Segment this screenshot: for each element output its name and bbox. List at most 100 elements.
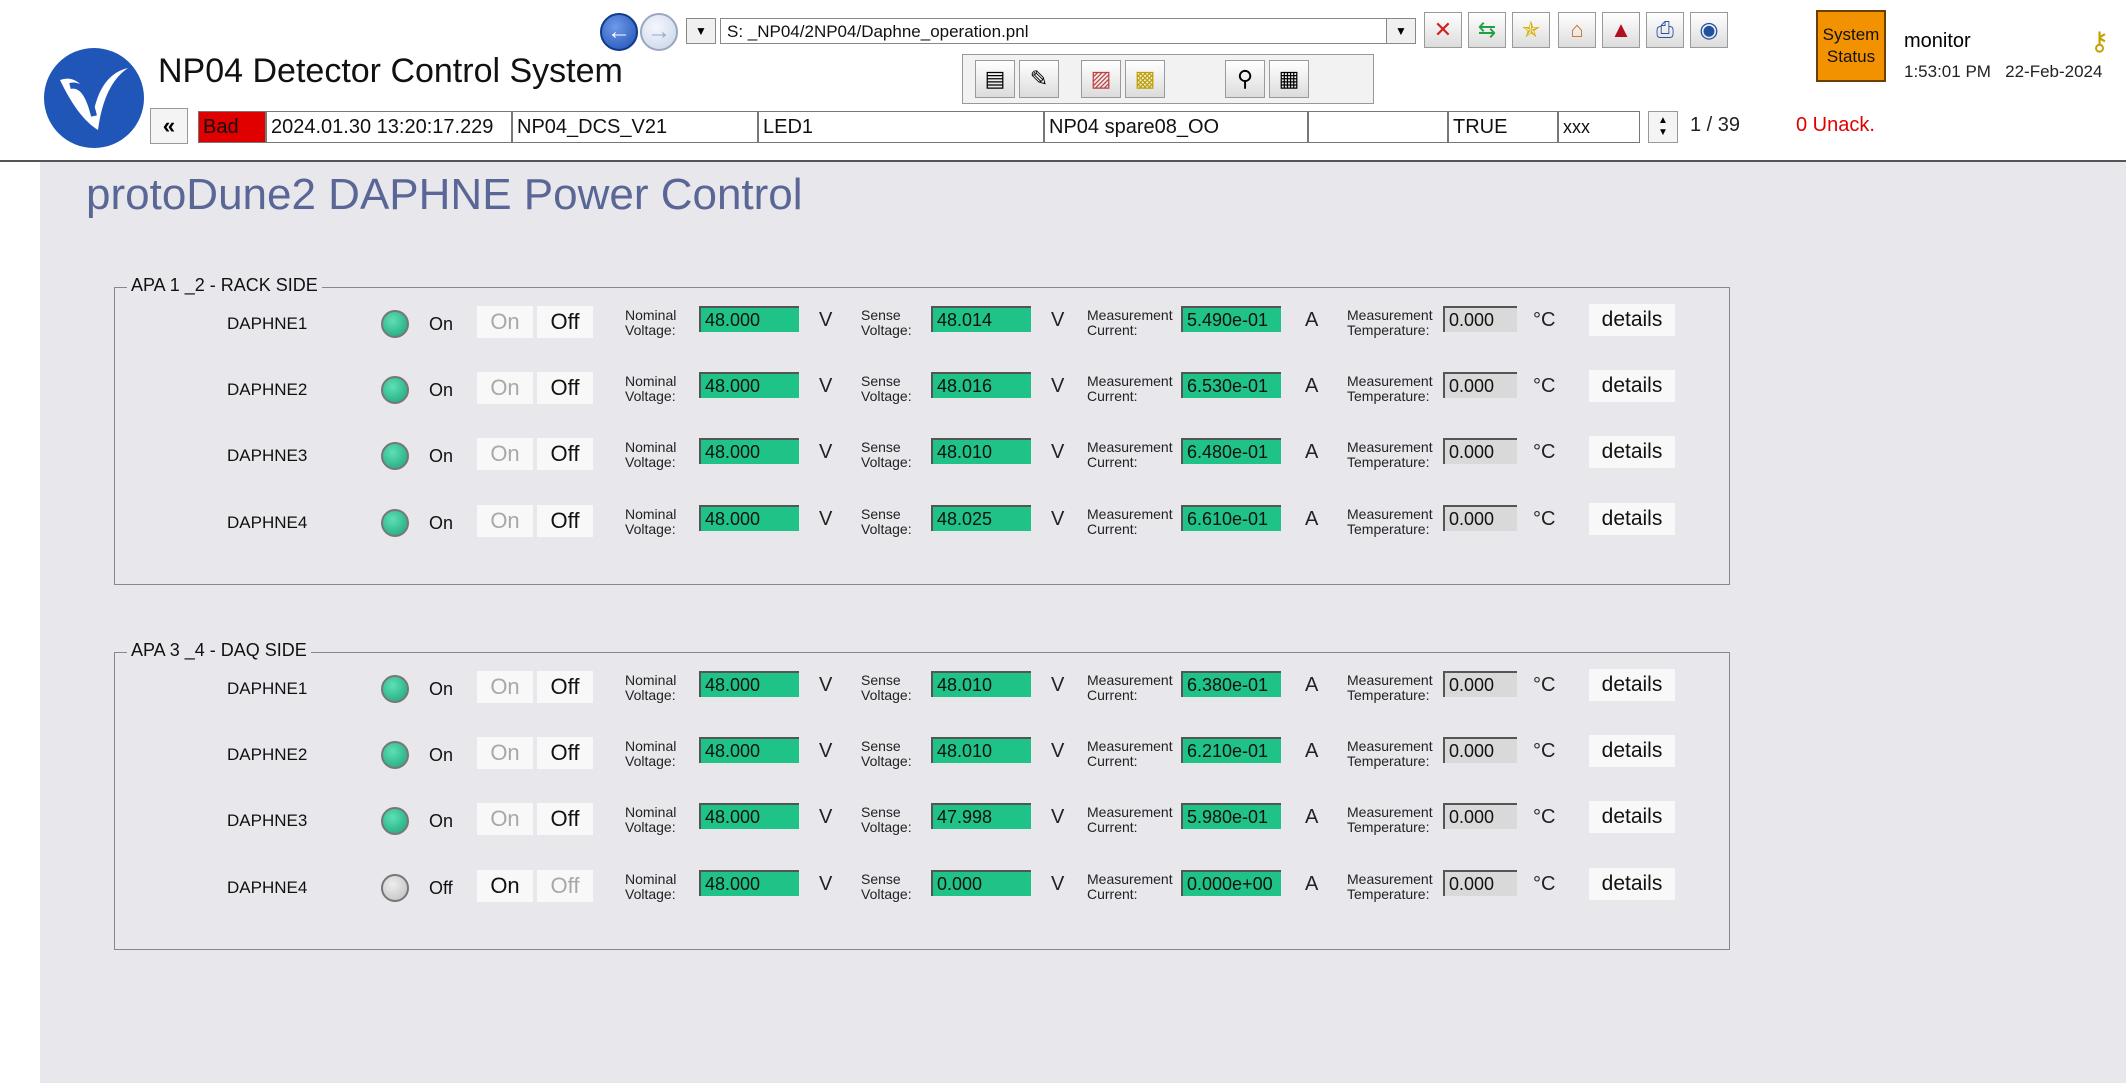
details-button[interactable]: details <box>1589 370 1675 402</box>
close-button[interactable]: ✕ <box>1424 12 1462 48</box>
channel-name: DAPHNE2 <box>227 745 308 764</box>
nominal-voltage-label: Nominal Voltage: <box>625 307 677 338</box>
settings-button[interactable]: ▩ <box>1125 60 1165 98</box>
history-dropdown-button[interactable]: ▼ <box>686 18 716 44</box>
measurement-temperature-label: Measurement Temperature: <box>1347 804 1433 835</box>
inspect-button[interactable]: ⚲ <box>1225 60 1265 98</box>
unit-a: A <box>1305 873 1319 895</box>
on-button[interactable]: On <box>477 438 533 470</box>
details-button[interactable]: details <box>1589 735 1675 767</box>
unit-v: V <box>819 674 833 696</box>
refresh-button[interactable]: ⇆ <box>1468 12 1506 48</box>
alert-code: xxx <box>1558 111 1640 143</box>
alert-extra <box>1308 111 1448 143</box>
channel-row: DAPHNE3 On On Off Nominal Voltage: 48.000 V Sens… <box>115 434 1731 480</box>
device-button[interactable]: ▦ <box>1269 60 1309 98</box>
user-field[interactable]: monitor <box>1896 24 2118 58</box>
on-button[interactable]: On <box>477 306 533 338</box>
app-title: NP04 Detector Control System <box>158 52 623 90</box>
on-button[interactable]: On <box>477 803 533 835</box>
back-button[interactable]: ← <box>600 13 638 51</box>
details-button[interactable]: details <box>1589 436 1675 468</box>
status-led-icon <box>381 807 409 835</box>
measurement-current-field: 6.610e-01 <box>1181 505 1281 531</box>
device-icon: ▦ <box>1278 66 1300 91</box>
status-led-icon <box>381 741 409 769</box>
off-button[interactable]: Off <box>537 803 593 835</box>
forward-button[interactable]: → <box>640 13 678 51</box>
measurement-current-field: 5.980e-01 <box>1181 803 1281 829</box>
nominal-voltage-label: Nominal Voltage: <box>625 738 677 769</box>
on-button[interactable]: On <box>477 372 533 404</box>
details-button[interactable]: details <box>1589 868 1675 900</box>
chevron-down-icon: ▼ <box>1395 24 1407 38</box>
arrow-left-icon: ← <box>607 18 631 45</box>
on-button[interactable]: On <box>477 505 533 537</box>
status-led-icon <box>381 442 409 470</box>
off-button[interactable]: Off <box>537 438 593 470</box>
nominal-voltage-field: 48.000 <box>699 372 799 398</box>
measurement-current-field: 0.000e+00 <box>1181 870 1281 896</box>
channel-name: DAPHNE1 <box>227 679 308 698</box>
on-button[interactable]: On <box>477 870 533 902</box>
off-button[interactable]: Off <box>537 505 593 537</box>
alert-status: Bad <box>198 111 266 143</box>
status-led-icon <box>381 675 409 703</box>
inspect-icon: ⚲ <box>1236 66 1254 91</box>
nominal-voltage-field: 48.000 <box>699 737 799 763</box>
off-button[interactable]: Off <box>537 372 593 404</box>
nominal-voltage-label: Nominal Voltage: <box>625 804 677 835</box>
trend-button[interactable]: ▲ <box>1602 12 1640 48</box>
details-button[interactable]: details <box>1589 304 1675 336</box>
channel-row: DAPHNE4 On On Off Nominal Voltage: 48.000 V Sens… <box>115 501 1731 547</box>
off-button[interactable]: Off <box>537 671 593 703</box>
measurement-temperature-field: 0.000 <box>1443 372 1517 398</box>
sense-voltage-label: Sense Voltage: <box>861 373 912 404</box>
system-status-button[interactable]: System Status <box>1816 10 1886 82</box>
panel-tree-button[interactable]: ▤ <box>975 60 1015 98</box>
refresh-icon: ⇆ <box>1477 17 1497 42</box>
off-button[interactable]: Off <box>537 306 593 338</box>
panel-path-dropdown-button[interactable]: ▼ <box>1386 18 1416 44</box>
print-icon: ⎙ <box>1656 17 1674 42</box>
nominal-voltage-field: 48.000 <box>699 671 799 697</box>
home-button[interactable]: ⌂ <box>1558 12 1596 48</box>
key-icon[interactable]: ⚷ <box>2090 26 2109 57</box>
channel-state: Off <box>429 878 453 898</box>
screenshot-button[interactable]: ◉ <box>1690 12 1728 48</box>
channel-row: DAPHNE3 On On Off Nominal Voltage: 48.000 V Sens… <box>115 799 1731 845</box>
unit-v: V <box>819 441 833 463</box>
measurement-temperature-label: Measurement Temperature: <box>1347 672 1433 703</box>
panel-path-field[interactable]: S: _NP04/2NP04/Daphne_operation.pnl <box>720 18 1402 44</box>
unit-v: V <box>819 873 833 895</box>
unit-v: V <box>1051 674 1065 696</box>
off-button[interactable]: Off <box>537 737 593 769</box>
unit-v: V <box>1051 375 1065 397</box>
editor-button[interactable]: ✎ <box>1019 60 1059 98</box>
group-1: APA 1 _2 - RACK SIDE DAPHNE1 On On Off Nomina… <box>114 275 1731 585</box>
on-button[interactable]: On <box>477 671 533 703</box>
alert-spinner[interactable]: ▲ ▼ <box>1648 111 1678 143</box>
status-led-icon <box>381 874 409 902</box>
favorites-button[interactable]: ✯ <box>1512 12 1550 48</box>
measurement-current-field: 6.530e-01 <box>1181 372 1281 398</box>
log-button[interactable]: ▨ <box>1081 60 1121 98</box>
details-button[interactable]: details <box>1589 503 1675 535</box>
group-2: APA 3 _4 - DAQ SIDE DAPHNE1 On On Off Nominal… <box>114 640 1731 950</box>
unit-a: A <box>1305 740 1319 762</box>
collapse-button[interactable]: « <box>150 108 188 144</box>
print-button[interactable]: ⎙ <box>1646 12 1684 48</box>
unack-count[interactable]: 0 Unack. <box>1796 114 1875 137</box>
clock-date: 22-Feb-2024 <box>2005 62 2103 81</box>
unit-a: A <box>1305 674 1319 696</box>
star-icon: ✯ <box>1521 17 1541 42</box>
unit-celsius: °C <box>1533 375 1556 397</box>
details-button[interactable]: details <box>1589 801 1675 833</box>
arrow-right-icon: → <box>647 18 671 45</box>
measurement-current-label: Measurement Current: <box>1087 506 1173 537</box>
details-button[interactable]: details <box>1589 669 1675 701</box>
unit-a: A <box>1305 806 1319 828</box>
on-button[interactable]: On <box>477 737 533 769</box>
measurement-temperature-field: 0.000 <box>1443 438 1517 464</box>
off-button[interactable]: Off <box>537 870 593 902</box>
